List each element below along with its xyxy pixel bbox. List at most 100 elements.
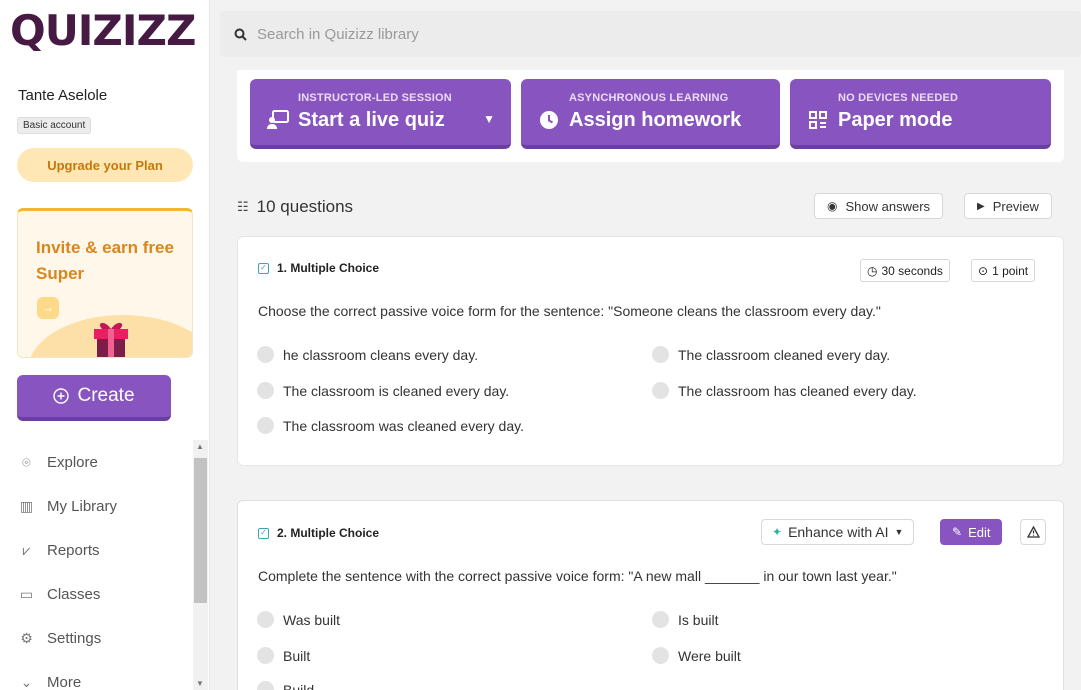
sidebar-item-label: Settings bbox=[47, 629, 102, 647]
invite-earn-title: Invite & earn free Super bbox=[36, 238, 174, 283]
answer-option: he classroom cleans every day. bbox=[257, 346, 478, 363]
chevron-down-icon: ⌄ bbox=[20, 673, 33, 690]
sidebar-item-my-library[interactable]: ▥ My Library bbox=[18, 484, 188, 528]
report-issue-button[interactable] bbox=[1020, 519, 1046, 545]
mode-title: Assign homework bbox=[569, 109, 742, 131]
user-name: Tante Aselole bbox=[18, 87, 108, 104]
question-type-label: 2. Multiple Choice bbox=[277, 526, 380, 540]
warning-icon bbox=[1026, 526, 1040, 538]
reports-icon: ⩗ bbox=[22, 541, 31, 558]
option-marker bbox=[257, 647, 274, 664]
sidebar-scrollbar[interactable]: ▲ ▼ bbox=[193, 440, 208, 690]
sidebar-item-label: Reports bbox=[47, 541, 100, 559]
create-button[interactable]: Create bbox=[17, 375, 171, 421]
start-live-quiz-button[interactable]: INSTRUCTOR-LED SESSION Start a live quiz… bbox=[250, 79, 511, 149]
presenter-icon bbox=[266, 109, 290, 131]
option-label: The classroom has cleaned every day. bbox=[678, 382, 917, 399]
answer-option: Build bbox=[257, 681, 314, 690]
time-limit-badge[interactable]: ◷ 30 seconds bbox=[860, 259, 950, 282]
question-type: ✓ 2. Multiple Choice bbox=[258, 526, 379, 540]
caret-down-icon: ▼ bbox=[894, 527, 904, 537]
sidebar-item-explore[interactable]: ⌾ Explore bbox=[18, 440, 188, 484]
sidebar-item-more[interactable]: ⌄ More bbox=[18, 660, 188, 690]
library-icon: ▥ bbox=[19, 497, 34, 514]
preview-label: Preview bbox=[992, 198, 1039, 214]
mode-title: Start a live quiz bbox=[298, 109, 445, 131]
points-badge[interactable]: ⊙ 1 point bbox=[971, 259, 1036, 282]
enhance-with-ai-button[interactable]: ✦ Enhance with AI ▼ bbox=[761, 519, 915, 545]
assign-homework-button[interactable]: ASYNCHRONOUS LEARNING Assign homework bbox=[521, 79, 780, 149]
time-limit-label: 30 seconds bbox=[881, 263, 943, 278]
search-icon bbox=[234, 28, 247, 41]
scrollbar-thumb[interactable] bbox=[194, 458, 207, 603]
option-marker bbox=[652, 611, 669, 628]
clock-icon bbox=[537, 109, 561, 131]
option-marker bbox=[652, 647, 669, 664]
option-marker bbox=[652, 382, 669, 399]
quiz-mode-panel: INSTRUCTOR-LED SESSION Start a live quiz… bbox=[237, 70, 1064, 162]
mode-subtitle: ASYNCHRONOUS LEARNING bbox=[569, 92, 729, 104]
show-answers-button[interactable]: ◉ Show answers bbox=[814, 193, 944, 219]
sidebar-item-reports[interactable]: ⩗ Reports bbox=[18, 528, 188, 572]
search-bar[interactable] bbox=[220, 11, 1081, 57]
question-count: ☷ 10 questions bbox=[237, 197, 353, 217]
question-text: Complete the sentence with the correct p… bbox=[258, 568, 897, 584]
answer-option: Was built bbox=[257, 611, 340, 628]
checkbox-icon: ✓ bbox=[258, 527, 269, 539]
invite-earn-card[interactable]: Invite & earn free Super → bbox=[17, 208, 193, 358]
classes-icon: ▭ bbox=[19, 585, 34, 602]
enhance-label: Enhance with AI bbox=[788, 524, 889, 540]
edit-question-button[interactable]: ✎ Edit bbox=[940, 519, 1003, 545]
option-marker bbox=[257, 346, 274, 363]
sidebar-nav: ⌾ Explore ▥ My Library ⩗ Reports ▭ Class… bbox=[18, 440, 188, 690]
option-label: The classroom is cleaned every day. bbox=[283, 382, 510, 399]
answer-option: Built bbox=[257, 647, 310, 664]
question-count-label: 10 questions bbox=[256, 197, 354, 216]
preview-button[interactable]: ▶ Preview bbox=[964, 193, 1052, 219]
eye-icon: ◉ bbox=[827, 199, 838, 213]
pencil-icon: ✎ bbox=[952, 525, 963, 539]
option-marker bbox=[652, 346, 669, 363]
gear-icon: ⚙ bbox=[20, 629, 33, 646]
scroll-up-arrow-icon[interactable]: ▲ bbox=[196, 442, 204, 451]
question-type: ✓ 1. Multiple Choice bbox=[258, 261, 379, 275]
mode-subtitle: NO DEVICES NEEDED bbox=[838, 92, 959, 104]
sidebar-item-label: Classes bbox=[47, 585, 101, 603]
edit-label: Edit bbox=[968, 524, 991, 540]
option-marker bbox=[257, 417, 274, 434]
option-label: Were built bbox=[678, 647, 741, 664]
sidebar-item-label: Explore bbox=[47, 453, 98, 471]
arrow-right-icon[interactable]: → bbox=[37, 297, 59, 319]
gift-icon bbox=[94, 322, 128, 357]
scroll-down-arrow-icon[interactable]: ▼ bbox=[196, 679, 204, 688]
clock-icon: ◷ bbox=[867, 263, 878, 278]
check-circle-icon: ⊙ bbox=[978, 263, 989, 278]
compass-icon: ⌾ bbox=[22, 453, 31, 470]
paper-icon bbox=[806, 109, 830, 131]
checkbox-icon: ✓ bbox=[258, 262, 269, 274]
upgrade-plan-button[interactable]: Upgrade your Plan bbox=[17, 148, 193, 182]
mode-subtitle: INSTRUCTOR-LED SESSION bbox=[298, 92, 452, 104]
paper-mode-button[interactable]: NO DEVICES NEEDED Paper mode bbox=[790, 79, 1051, 149]
option-marker bbox=[257, 611, 274, 628]
caret-down-icon[interactable]: ▼ bbox=[483, 112, 495, 126]
option-marker bbox=[257, 382, 274, 399]
sidebar: QUIZIZZ Tante Aselole Basic account Upgr… bbox=[0, 0, 210, 690]
question-card[interactable]: ✓ 2. Multiple Choice ✦ Enhance with AI ▼… bbox=[237, 500, 1064, 690]
answer-option: The classroom cleaned every day. bbox=[652, 346, 890, 363]
question-card[interactable]: ✓ 1. Multiple Choice ◷ 30 seconds ⊙ 1 po… bbox=[237, 236, 1064, 466]
sidebar-item-label: More bbox=[47, 673, 82, 690]
quizizz-logo[interactable]: QUIZIZZ bbox=[10, 6, 196, 55]
option-label: Is built bbox=[678, 611, 719, 628]
option-label: he classroom cleans every day. bbox=[283, 346, 479, 363]
search-input[interactable] bbox=[257, 25, 757, 43]
option-label: Was built bbox=[283, 611, 341, 628]
sparkle-icon: ✦ bbox=[772, 525, 783, 539]
option-marker bbox=[257, 681, 274, 690]
list-check-icon: ☷ bbox=[237, 199, 249, 214]
sidebar-item-classes[interactable]: ▭ Classes bbox=[18, 572, 188, 616]
sidebar-item-label: My Library bbox=[47, 497, 118, 515]
question-type-label: 1. Multiple Choice bbox=[277, 261, 380, 275]
sidebar-item-settings[interactable]: ⚙ Settings bbox=[18, 616, 188, 660]
create-label: Create bbox=[77, 385, 135, 406]
